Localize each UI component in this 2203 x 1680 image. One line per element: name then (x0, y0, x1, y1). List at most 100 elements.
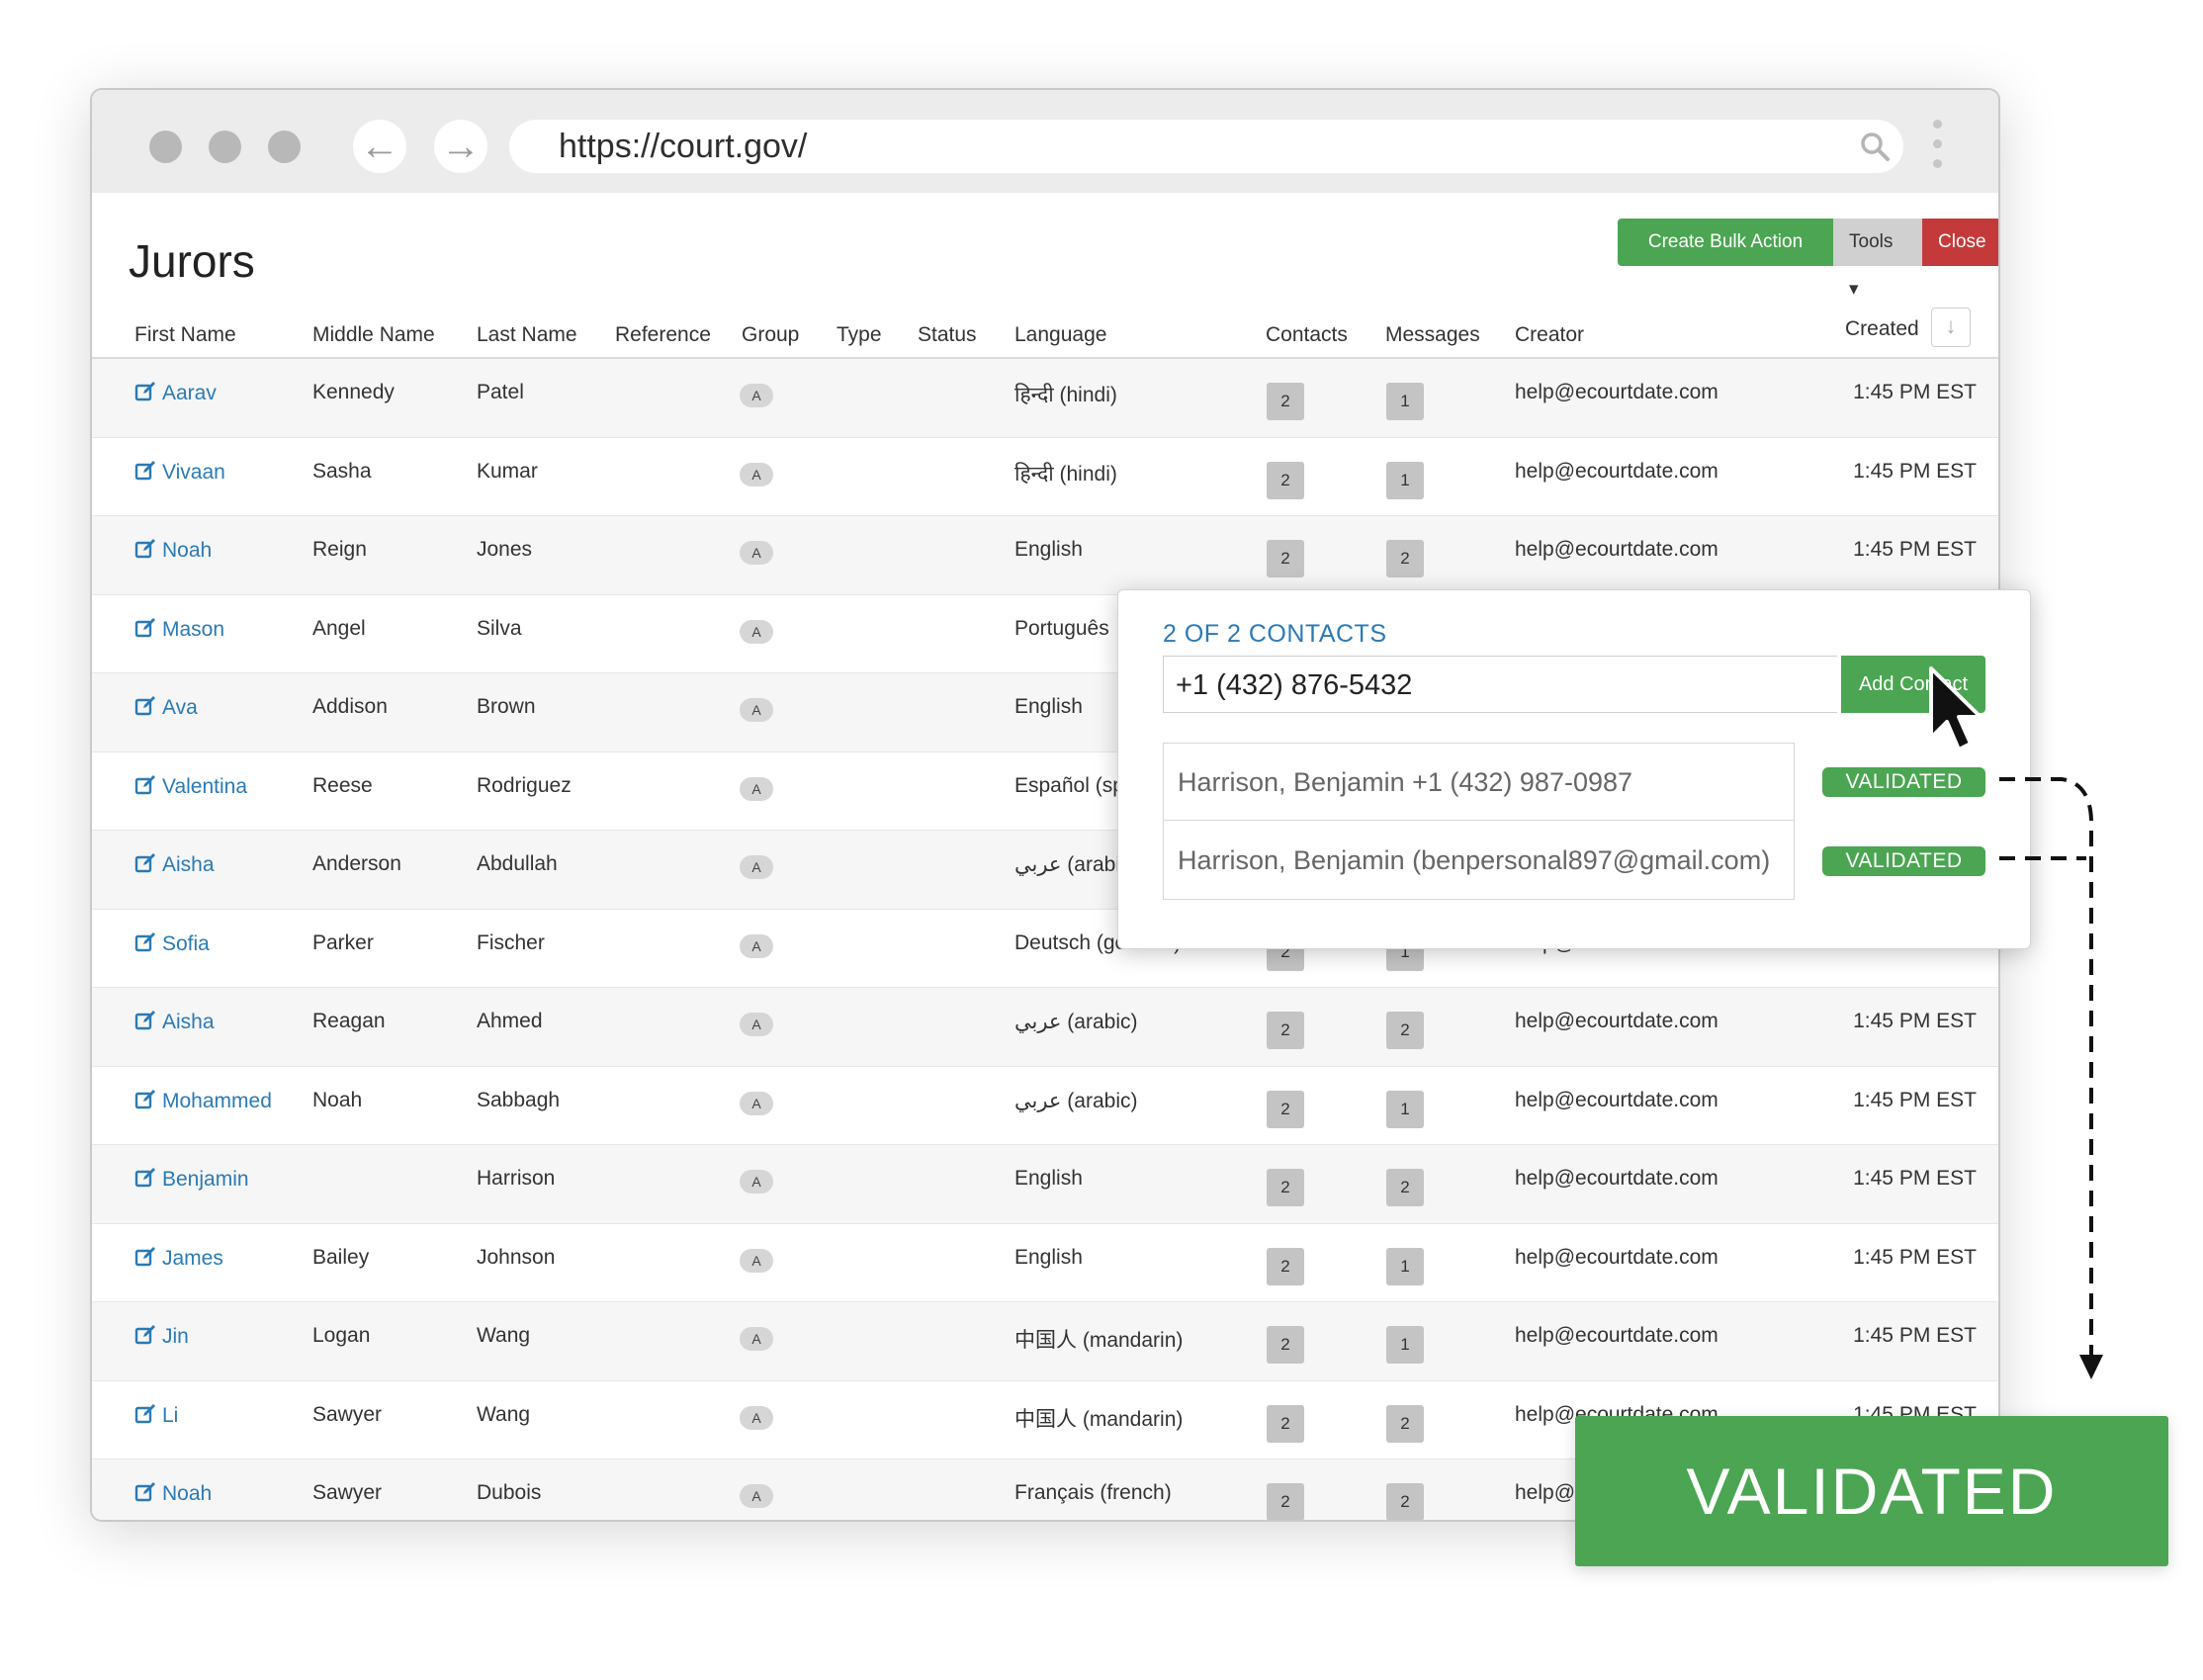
contacts-count-badge[interactable]: 2 (1267, 383, 1304, 420)
messages-count-badge[interactable]: 2 (1386, 540, 1424, 577)
edit-icon[interactable] (134, 1481, 156, 1503)
first-name-text[interactable]: James (162, 1247, 223, 1270)
messages-count-badge[interactable]: 2 (1386, 1404, 1424, 1443)
first-name-link[interactable]: Aisha (134, 1010, 215, 1034)
window-maximize-dot[interactable] (268, 131, 301, 163)
column-status[interactable]: Status (918, 323, 977, 347)
first-name-link[interactable]: Valentina (134, 774, 247, 799)
contacts-count-badge[interactable]: 2 (1267, 1090, 1304, 1128)
first-name-link[interactable]: Aarav (134, 381, 217, 405)
first-name-text[interactable]: Noah (162, 539, 212, 562)
first-name-link[interactable]: Aisha (134, 852, 215, 877)
column-contacts[interactable]: Contacts (1266, 323, 1348, 347)
window-close-dot[interactable] (149, 131, 182, 163)
edit-icon[interactable] (134, 381, 156, 402)
first-name-text[interactable]: Aisha (162, 853, 215, 876)
column-created[interactable]: Created (1845, 317, 1919, 341)
first-name-link[interactable]: Sofia (134, 931, 210, 956)
contact-item-email[interactable]: Harrison, Benjamin (benpersonal897@gmail… (1164, 822, 1794, 899)
contacts-count-badge[interactable]: 2 (1267, 1169, 1304, 1206)
column-creator[interactable]: Creator (1515, 323, 1584, 347)
edit-icon[interactable] (134, 774, 156, 796)
contacts-count-badge[interactable]: 2 (1267, 1326, 1304, 1364)
first-name-text[interactable]: Jin (162, 1325, 189, 1348)
sort-created-button[interactable]: ↓ (1931, 308, 1971, 347)
edit-icon[interactable] (134, 1324, 156, 1346)
address-bar[interactable]: https://court.gov/ (509, 120, 1903, 173)
first-name-text[interactable]: Mason (162, 618, 224, 641)
first-name-link[interactable]: Ava (134, 695, 198, 720)
table-row[interactable]: Noah Reign Jones A English 2 2 help@ecourtdate.… (92, 516, 1998, 595)
first-name-link[interactable]: Noah (134, 1481, 212, 1506)
edit-icon[interactable] (134, 538, 156, 560)
edit-icon[interactable] (134, 1403, 156, 1425)
messages-count-badge[interactable]: 1 (1386, 461, 1424, 499)
messages-count-badge[interactable]: 2 (1386, 1012, 1424, 1049)
edit-icon[interactable] (134, 1010, 156, 1031)
edit-icon[interactable] (134, 1089, 156, 1110)
first-name-text[interactable]: Benjamin (162, 1168, 249, 1191)
first-name-text[interactable]: Aarav (162, 382, 217, 404)
first-name-text[interactable]: Li (162, 1404, 178, 1427)
first-name-link[interactable]: James (134, 1246, 223, 1271)
phone-input[interactable]: +1 (432) 876-5432 (1163, 656, 1837, 713)
first-name-link[interactable]: Mason (134, 617, 224, 642)
messages-count-badge[interactable]: 1 (1386, 1247, 1424, 1285)
first-name-link[interactable]: Vivaan (134, 460, 225, 485)
search-icon[interactable] (1860, 132, 1890, 161)
messages-count-badge[interactable]: 1 (1386, 383, 1424, 420)
column-messages[interactable]: Messages (1385, 323, 1480, 347)
contacts-count-badge[interactable]: 2 (1267, 1012, 1304, 1049)
edit-icon[interactable] (134, 460, 156, 482)
first-name-text[interactable]: Aisha (162, 1011, 215, 1033)
first-name-text[interactable]: Ava (162, 696, 198, 719)
column-reference[interactable]: Reference (615, 323, 711, 347)
column-type[interactable]: Type (837, 323, 882, 347)
close-button[interactable]: Close (1922, 219, 1998, 266)
contacts-count-badge[interactable]: 2 (1267, 1404, 1304, 1443)
edit-icon[interactable] (134, 852, 156, 874)
table-row[interactable]: Aarav Kennedy Patel A हिन्दी (hindi) 2 1 help@e… (92, 359, 1998, 438)
column-first-name[interactable]: First Name (134, 323, 236, 347)
table-row[interactable]: Jin Logan Wang A 中国人 (mandarin) 2 1 help@ecourt… (92, 1302, 1998, 1381)
table-row[interactable]: James Bailey Johnson A English 2 1 help@ecourtd… (92, 1224, 1998, 1302)
table-row[interactable]: Benjamin Harrison A English 2 2 help@ecourtdat… (92, 1145, 1998, 1224)
first-name-text[interactable]: Mohammed (162, 1090, 272, 1112)
tools-dropdown-button[interactable]: Tools ▾ (1833, 219, 1922, 300)
first-name-text[interactable]: Noah (162, 1482, 212, 1505)
table-row[interactable]: Aisha Reagan Ahmed A عربي (arabic) 2 2 help@eco… (92, 988, 1998, 1067)
messages-count-badge[interactable]: 1 (1386, 1090, 1424, 1128)
table-row[interactable]: Vivaan Sasha Kumar A हिन्दी (hindi) 2 1 help@ec… (92, 438, 1998, 516)
contacts-count-badge[interactable]: 2 (1267, 540, 1304, 577)
back-arrow-icon[interactable]: ← (353, 120, 406, 173)
first-name-link[interactable]: Mohammed (134, 1089, 272, 1113)
edit-icon[interactable] (134, 1246, 156, 1268)
forward-arrow-icon[interactable]: → (434, 120, 487, 173)
table-row[interactable]: Mohammed Noah Sabbagh A عربي (arabic) 2 1 help@… (92, 1067, 1998, 1145)
column-last-name[interactable]: Last Name (477, 323, 577, 347)
contacts-count-badge[interactable]: 2 (1267, 1483, 1304, 1520)
first-name-text[interactable]: Vivaan (162, 461, 225, 484)
edit-icon[interactable] (134, 1167, 156, 1189)
window-minimize-dot[interactable] (209, 131, 241, 163)
first-name-link[interactable]: Jin (134, 1324, 189, 1349)
edit-icon[interactable] (134, 931, 156, 953)
edit-icon[interactable] (134, 695, 156, 717)
kebab-menu-icon[interactable] (1933, 120, 1943, 179)
first-name-text[interactable]: Valentina (162, 775, 247, 798)
column-group[interactable]: Group (742, 323, 799, 347)
create-bulk-action-button[interactable]: Create Bulk Action (1618, 219, 1833, 266)
edit-icon[interactable] (134, 617, 156, 639)
column-language[interactable]: Language (1014, 323, 1106, 347)
messages-count-badge[interactable]: 1 (1386, 1326, 1424, 1364)
messages-count-badge[interactable]: 2 (1386, 1483, 1424, 1520)
column-middle-name[interactable]: Middle Name (312, 323, 435, 347)
first-name-link[interactable]: Noah (134, 538, 212, 563)
messages-count-badge[interactable]: 2 (1386, 1169, 1424, 1206)
first-name-text[interactable]: Sofia (162, 932, 210, 955)
first-name-link[interactable]: Benjamin (134, 1167, 249, 1192)
contacts-count-badge[interactable]: 2 (1267, 1247, 1304, 1285)
contacts-count-badge[interactable]: 2 (1267, 461, 1304, 499)
contact-item-phone[interactable]: Harrison, Benjamin +1 (432) 987-0987 (1164, 744, 1794, 821)
first-name-link[interactable]: Li (134, 1403, 178, 1428)
